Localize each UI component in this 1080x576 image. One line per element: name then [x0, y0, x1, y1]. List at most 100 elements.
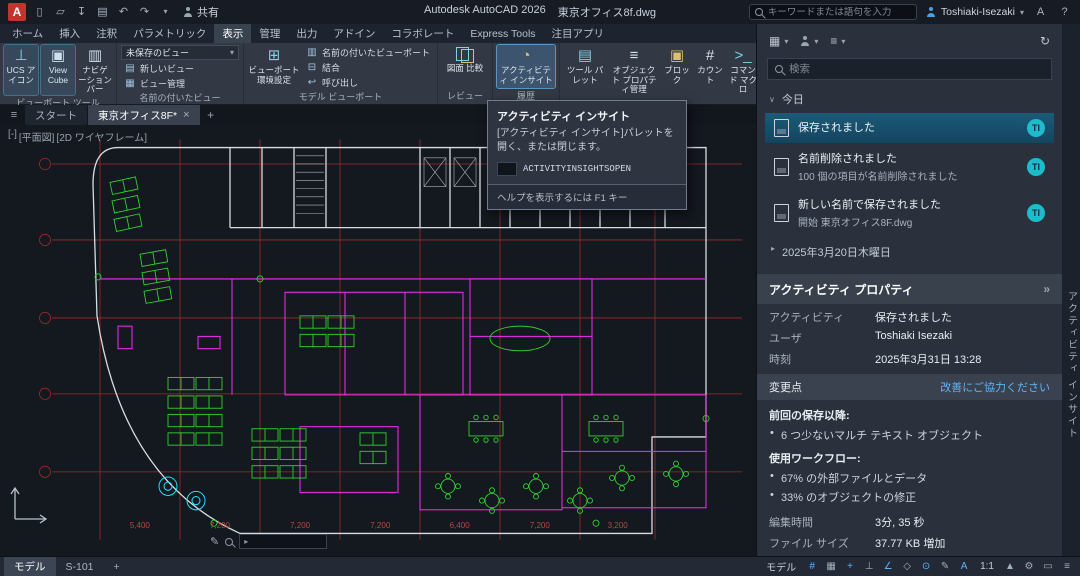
quick-access-caret-icon[interactable]: ▾	[158, 0, 173, 24]
ribbon-tab[interactable]: 管理	[251, 24, 288, 43]
navigation-bar-toggle-button[interactable]: ▥ ナビゲーション バー	[78, 45, 112, 95]
new-view-button[interactable]: ▤ 新しいビュー	[121, 61, 239, 75]
object-isolate-button[interactable]: ▭	[1039, 559, 1057, 575]
display-options-button[interactable]: ▦ ▾	[769, 34, 788, 48]
ribbon-tab[interactable]: パラメトリック	[125, 24, 214, 43]
start-tab[interactable]: スタート	[25, 105, 87, 125]
layout-tab-s101[interactable]: S-101	[56, 557, 104, 576]
viewport-control-menu[interactable]: [-]	[8, 129, 17, 144]
count-palette-button[interactable]: # カウント	[695, 45, 725, 104]
ribbon-tab[interactable]: Express Tools	[462, 24, 543, 43]
view-combo[interactable]: 未保存のビュー ▾	[121, 45, 239, 60]
activity-doc-icon	[774, 158, 789, 176]
join-viewport-button[interactable]: ⊟ 結合	[303, 60, 433, 74]
help-search-input[interactable]	[768, 7, 911, 18]
activity-insight-button[interactable]: ◔ アクティビティ インサイト	[497, 45, 555, 88]
file-tabs-menu-icon[interactable]: ≡	[4, 105, 24, 125]
activity-item[interactable]: 保存されました TI	[765, 113, 1054, 143]
ribbon-panel-named-views: 未保存のビュー ▾ ▤ 新しいビュー ▦ ビュー管理 名前の付いたビュー	[117, 43, 244, 104]
command-macros-button[interactable]: >_ コマンド マクロ	[728, 45, 758, 104]
ribbon-tab[interactable]: 注目アプリ	[544, 24, 613, 43]
save-icon[interactable]: ↧	[74, 0, 89, 24]
blocks-palette-button[interactable]: ▣ ブロック	[662, 45, 692, 104]
ribbon-tab[interactable]: 出力	[288, 24, 325, 43]
polar-tracking-toggle[interactable]: ∠	[879, 559, 897, 575]
workspace-switching-button[interactable]: ⚙	[1020, 559, 1038, 575]
model-layout-tab[interactable]: モデル	[4, 557, 56, 576]
drawing-compare-icon	[456, 47, 474, 63]
viewcube-icon: ▣	[51, 47, 65, 65]
drawing-compare-button[interactable]: 図面 比較	[442, 45, 488, 88]
activity-title: 新しい名前で保存されました	[798, 196, 1018, 212]
command-thumbnail-icon	[497, 162, 517, 176]
command-macros-icon: >_	[734, 47, 751, 65]
activity-search[interactable]	[767, 58, 1052, 80]
visual-style-control[interactable]: [2D ワイヤフレーム]	[56, 129, 147, 144]
activity-insight-icon: ◔	[521, 47, 530, 65]
view-control[interactable]: [平面図]	[19, 129, 55, 144]
ribbon-tab[interactable]: 挿入	[51, 24, 88, 43]
undo-icon[interactable]: ↶	[116, 0, 131, 24]
ribbon-tab[interactable]: アドイン	[325, 24, 383, 43]
print-icon[interactable]: ▤	[95, 0, 110, 24]
user-filter-button[interactable]: ▾	[800, 36, 818, 46]
tooltip-command-row: ACTIVITYINSIGHTSOPEN	[488, 162, 686, 184]
stat-row: ファイル サイズ 37.77 KB 増加	[757, 530, 1062, 551]
ribbon-tab[interactable]: 注釈	[88, 24, 125, 43]
ribbon-tab[interactable]: コラボレート	[383, 24, 462, 43]
ucs-icon-toggle-button[interactable]: ⊥ UCS アイコン	[4, 45, 38, 95]
annotation-monitor-toggle[interactable]: ✎	[936, 559, 954, 575]
object-snap-toggle[interactable]: ⊙	[917, 559, 935, 575]
customization-button[interactable]: ≡	[1058, 559, 1076, 575]
isometric-drafting-toggle[interactable]: ◇	[898, 559, 916, 575]
list-options-button[interactable]: ≡ ▾	[830, 34, 845, 48]
help-icon[interactable]: ?	[1057, 0, 1072, 24]
dynamic-input-toggle[interactable]: +	[841, 559, 859, 575]
restore-viewport-button[interactable]: ↩ 呼び出し	[303, 75, 433, 89]
viewport-controls: [-][平面図][2D ワイヤフレーム]	[8, 129, 147, 144]
close-tab-icon[interactable]: ×	[183, 109, 189, 121]
activity-item[interactable]: 名前削除されました 100 個の項目が名前削除されました TI	[765, 144, 1054, 189]
new-file-icon[interactable]: ▯	[32, 0, 47, 24]
activity-properties-header[interactable]: アクティビティ プロパティ »	[757, 274, 1062, 304]
command-search-icon[interactable]	[225, 538, 233, 546]
user-initials-badge: TI	[1027, 119, 1045, 137]
ribbon-tab[interactable]: ホーム	[4, 24, 51, 43]
viewport-configuration-button[interactable]: ⊞ ビューポート 環境設定	[248, 45, 300, 89]
command-input[interactable]: ▸	[239, 534, 327, 549]
viewcube-toggle-button[interactable]: ▣ View Cube	[41, 45, 75, 95]
model-space-button[interactable]: モデル	[760, 559, 802, 575]
grid-display-toggle[interactable]: #	[803, 559, 821, 575]
ortho-mode-toggle[interactable]: ⊥	[860, 559, 878, 575]
snap-mode-toggle[interactable]: ▦	[822, 559, 840, 575]
new-drawing-tab-button[interactable]: +	[201, 105, 221, 125]
view-manager-button[interactable]: ▦ ビュー管理	[121, 76, 239, 90]
share-button[interactable]: 共有	[183, 4, 219, 20]
properties-palette-button[interactable]: ≡ オブジェクト プロパティ管理	[609, 45, 659, 104]
named-viewport-button[interactable]: ▥ 名前の付いたビューポート	[303, 45, 433, 59]
feedback-link[interactable]: 改善にご協力ください	[940, 379, 1050, 395]
refresh-button[interactable]: ↻	[1040, 34, 1050, 48]
document-tab[interactable]: 東京オフィス8F* ×	[88, 105, 200, 125]
annotation-visibility-toggle[interactable]: A	[955, 559, 973, 575]
tool-palettes-button[interactable]: ▤ ツール パレット	[564, 45, 606, 104]
help-search[interactable]	[749, 4, 917, 20]
today-section-header[interactable]: ∨ 今日	[757, 88, 1062, 112]
customize-icon[interactable]: ✎	[210, 535, 219, 548]
autoscale-toggle[interactable]: ▲	[1001, 559, 1019, 575]
activity-item[interactable]: 新しい名前で保存されました 開始 東京オフィス8F.dwg TI	[765, 190, 1054, 235]
collapse-icon[interactable]: »	[1043, 282, 1050, 296]
ribbon-tab[interactable]: 表示	[214, 24, 251, 43]
annotation-scale-button[interactable]: 1:1	[974, 559, 1000, 575]
redo-icon[interactable]: ↷	[137, 0, 152, 24]
older-group-header[interactable]: ▸ 2025年3月20日木曜日	[757, 236, 1062, 268]
palette-title-strip[interactable]: アクティビティ インサイト	[1062, 24, 1080, 556]
new-layout-button[interactable]: +	[104, 557, 130, 576]
open-file-icon[interactable]: ▱	[53, 0, 68, 24]
autodesk-apps-icon[interactable]: A	[1033, 0, 1048, 24]
autocad-logo-icon[interactable]: A	[8, 3, 26, 21]
activity-search-input[interactable]	[789, 63, 1044, 75]
palette-title-vertical: アクティビティ インサイト	[1064, 291, 1079, 440]
account-menu[interactable]: Toshiaki-Isezaki ▾	[926, 6, 1024, 18]
list-icon: ≡	[830, 34, 837, 48]
